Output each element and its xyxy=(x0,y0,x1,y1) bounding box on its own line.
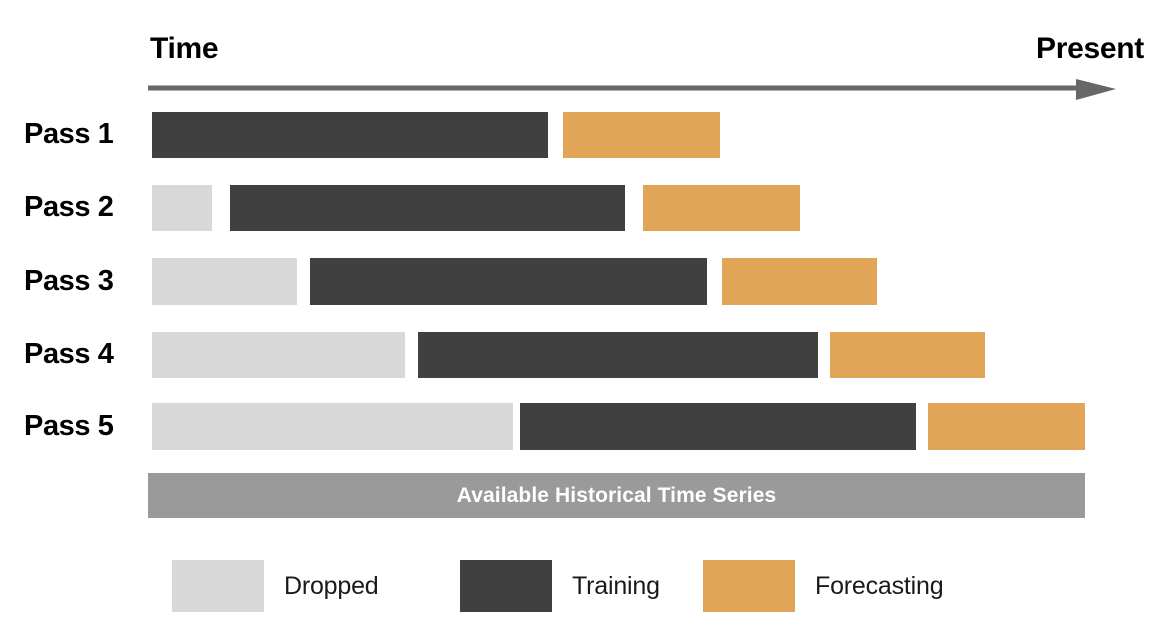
segment-dropped xyxy=(152,258,297,305)
segment-training xyxy=(520,403,916,450)
segment-forecasting xyxy=(563,112,720,158)
legend-item-dropped: Dropped xyxy=(172,560,379,612)
segment-dropped xyxy=(152,185,212,231)
pass-label-5: Pass 5 xyxy=(24,410,114,442)
legend-swatch-forecasting xyxy=(703,560,795,612)
available-historical-series-label: Available Historical Time Series xyxy=(456,483,777,507)
legend-item-forecasting: Forecasting xyxy=(703,560,944,612)
pass-label-2: Pass 2 xyxy=(24,191,114,223)
legend-label-training: Training xyxy=(572,571,660,600)
pass-row: Pass 2 xyxy=(0,185,1172,231)
segment-forecasting xyxy=(928,403,1085,450)
pass-label-4: Pass 4 xyxy=(24,338,114,370)
pass-row: Pass 4 xyxy=(0,332,1172,378)
segment-training xyxy=(152,112,548,158)
pass-label-1: Pass 1 xyxy=(24,118,114,150)
segment-training xyxy=(230,185,625,231)
legend-swatch-training xyxy=(460,560,552,612)
legend-item-training: Training xyxy=(460,560,660,612)
segment-training xyxy=(418,332,818,378)
rolling-origin-cv-diagram: Time Present Pass 1 Pass 2 Pass 3 Pass 4 Pas… xyxy=(0,0,1172,628)
segment-training xyxy=(310,258,707,305)
legend: Dropped Training Forecasting xyxy=(0,560,1172,616)
time-axis-start-label: Time xyxy=(150,32,219,65)
segment-forecasting xyxy=(643,185,800,231)
time-axis-end-label: Present xyxy=(1036,32,1144,65)
available-historical-series-bar: Available Historical Time Series xyxy=(148,473,1085,518)
legend-label-dropped: Dropped xyxy=(284,571,379,600)
segment-forecasting xyxy=(830,332,985,378)
time-axis-arrow-icon xyxy=(148,79,1116,100)
legend-label-forecasting: Forecasting xyxy=(815,571,944,600)
pass-label-3: Pass 3 xyxy=(24,265,114,297)
segment-dropped xyxy=(152,332,405,378)
segment-forecasting xyxy=(722,258,877,305)
pass-row: Pass 1 xyxy=(0,112,1172,158)
legend-swatch-dropped xyxy=(172,560,264,612)
pass-row: Pass 5 xyxy=(0,403,1172,450)
segment-dropped xyxy=(152,403,513,450)
pass-row: Pass 3 xyxy=(0,258,1172,305)
